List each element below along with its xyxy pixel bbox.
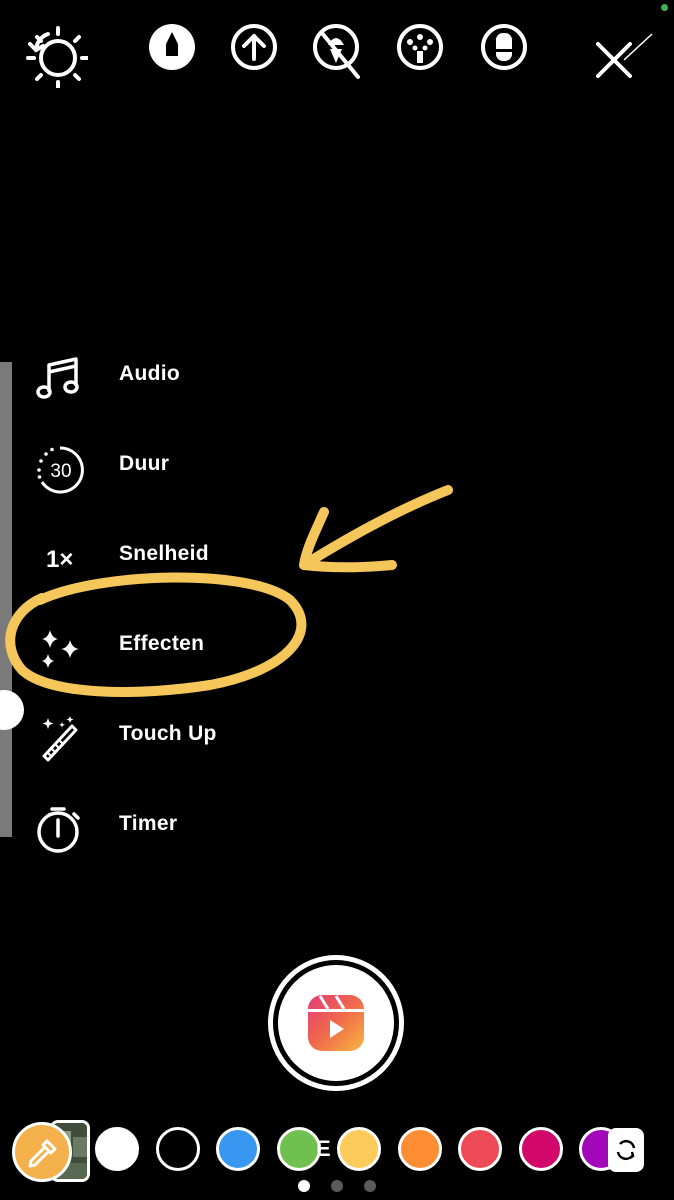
eraser-icon[interactable] [480, 23, 528, 71]
page-indicator-dot [331, 1180, 343, 1192]
eyedropper-button[interactable] [12, 1122, 72, 1182]
timer-30-text: 30 [50, 461, 71, 482]
music-note-icon [34, 354, 82, 402]
page-indicator-dot [298, 1180, 310, 1192]
cross-lines-icon[interactable] [594, 30, 656, 82]
page-indicator-dot [364, 1180, 376, 1192]
menu-item-timer[interactable]: Timer [30, 796, 280, 856]
annotation-arrow-head [299, 507, 397, 573]
menu-item-speed[interactable]: 1× Snelheid [30, 526, 280, 586]
color-swatch[interactable] [458, 1127, 502, 1171]
color-swatch[interactable] [95, 1127, 139, 1171]
status-dot [661, 4, 668, 11]
speed-value: 1× [46, 546, 74, 573]
menu-item-label: Timer [119, 812, 178, 835]
stopwatch-icon [34, 804, 82, 853]
ice-cream-crossed-icon[interactable] [312, 23, 366, 83]
magic-wand-icon [34, 714, 82, 762]
color-swatch[interactable] [276, 1127, 321, 1171]
reels-icon [306, 993, 366, 1058]
camera-flip-icon [616, 1139, 636, 1161]
annotation-arrow-shaft [299, 485, 453, 570]
menu-item-duration[interactable]: 30 Duur [30, 436, 280, 496]
sparkles-icon [34, 624, 82, 672]
arrow-up-circle-icon[interactable] [230, 23, 278, 71]
marker-pen-icon[interactable] [148, 23, 196, 71]
menu-item-effects[interactable]: Effecten [30, 616, 280, 676]
eyedropper-icon [28, 1139, 57, 1168]
timer-30-icon: 30 [34, 444, 84, 494]
partial-text: E [316, 1136, 331, 1161]
chalk-brush-icon[interactable] [396, 23, 444, 71]
menu-item-audio[interactable]: Audio [30, 346, 280, 406]
speed-icon: 1× [34, 534, 82, 582]
menu-item-label: Touch Up [119, 722, 217, 745]
menu-item-label: Effecten [119, 632, 205, 655]
zoom-slider-track[interactable] [0, 362, 12, 837]
menu-item-label: Audio [119, 362, 180, 385]
zoom-slider-thumb[interactable] [0, 690, 24, 730]
color-swatch[interactable] [216, 1127, 260, 1171]
color-swatch[interactable] [337, 1127, 381, 1171]
color-swatch[interactable] [155, 1127, 200, 1171]
rotate-gear-icon[interactable] [22, 22, 88, 88]
menu-item-touch-up[interactable]: Touch Up [30, 706, 280, 766]
menu-item-label: Duur [119, 452, 170, 475]
color-swatch[interactable] [397, 1127, 442, 1171]
color-swatch[interactable] [518, 1127, 563, 1171]
camera-switch-button[interactable] [608, 1128, 644, 1172]
menu-item-label: Snelheid [119, 542, 209, 565]
